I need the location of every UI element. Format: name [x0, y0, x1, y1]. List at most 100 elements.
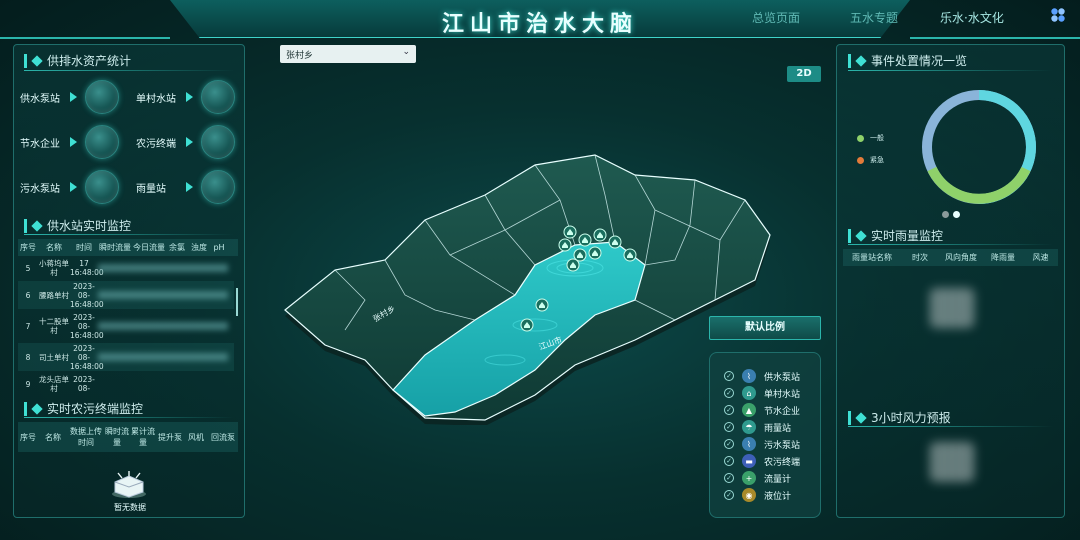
apps-icon[interactable]: [1050, 7, 1066, 23]
asset-water-pump[interactable]: 供水泵站: [20, 80, 119, 114]
diamond-icon: [855, 54, 867, 67]
check-icon[interactable]: ✓: [724, 371, 734, 381]
col-fan: 风机: [188, 432, 204, 442]
blurred-values: [98, 291, 228, 299]
nav-overview[interactable]: 总览页面: [752, 9, 800, 26]
check-icon[interactable]: ✓: [724, 439, 734, 449]
header-right-line: [910, 37, 1080, 39]
asset-village-station[interactable]: 单村水站: [136, 80, 235, 114]
legend-item-level-meter[interactable]: ✓ ◉ 液位计: [724, 488, 791, 502]
table-row[interactable]: 5 小蒋坞单村 17 16:48:00: [18, 258, 234, 278]
check-icon[interactable]: ✓: [724, 490, 734, 500]
chevron-down-icon: ⌄: [402, 47, 410, 57]
check-icon[interactable]: ✓: [724, 405, 734, 415]
section-divider: [24, 234, 234, 235]
check-icon[interactable]: ✓: [724, 388, 734, 398]
asset-water-saving[interactable]: 节水企业: [20, 125, 119, 159]
legend-label: 污水泵站: [764, 440, 801, 451]
title-bar: [848, 228, 851, 243]
legend-label: 节水企业: [764, 406, 801, 417]
col-instant-flow: 瞬时流量: [105, 427, 129, 447]
legend-item-water-pump[interactable]: ✓ ⌇ 供水泵站: [724, 369, 800, 383]
wind-blurred-placeholder: [930, 442, 974, 482]
diamond-icon: [31, 402, 43, 415]
cell-name: 小蒋坞单村: [39, 259, 69, 277]
table-scrollbar[interactable]: [236, 288, 238, 316]
col-lift-pump: 提升泵: [158, 432, 182, 442]
carousel-dot-active[interactable]: [953, 211, 960, 218]
title-bar: [24, 53, 27, 68]
col-total-flow: 累计流量: [131, 427, 155, 447]
supply-section-title-text: 供水站实时监控: [47, 219, 132, 233]
legend-label: 一般: [870, 134, 884, 142]
header: 江山市治水大脑 总览页面 五水专题 乐水·水文化: [0, 0, 1080, 42]
events-legend-urgent: 紧急: [857, 155, 884, 165]
carousel-dots[interactable]: [942, 211, 960, 218]
factory-icon: ▲: [742, 403, 756, 417]
col-upload-time: 数据上传时间: [70, 427, 102, 447]
legend-label: 供水泵站: [764, 372, 801, 383]
asset-sewage-pump[interactable]: 污水泵站: [20, 170, 119, 204]
default-scale-button[interactable]: 默认比例: [709, 316, 821, 340]
section-divider: [24, 70, 234, 71]
col-instant-flow: 瞬时流量: [99, 243, 131, 252]
section-divider: [848, 70, 1053, 71]
title-bar: [848, 53, 851, 68]
nav-five-water[interactable]: 五水专题: [850, 9, 898, 26]
asset-label: 污水泵站: [20, 183, 60, 195]
no-data-text: 暂无数据: [114, 503, 146, 512]
town-select-value: 张村乡: [286, 50, 314, 61]
blurred-values: [98, 322, 228, 330]
legend-item-water-saving[interactable]: ✓ ▲ 节水企业: [724, 403, 800, 417]
town-select[interactable]: 张村乡 ⌄: [280, 45, 416, 63]
legend-item-rural-sewage[interactable]: ✓ ▬ 农污终端: [724, 454, 800, 468]
rain-icon: ☂: [742, 420, 756, 434]
supply-section-title: 供水站实时监控: [24, 217, 131, 234]
asset-rural-sewage[interactable]: 农污终端: [136, 125, 235, 159]
house-icon: ⌂: [742, 386, 756, 400]
check-icon[interactable]: ✓: [724, 456, 734, 466]
cell-no: 8: [25, 352, 31, 362]
col-wind-speed: 风速: [1032, 253, 1049, 262]
cell-no: 6: [25, 290, 31, 300]
wind-section-title: 3小时风力预报: [848, 409, 951, 426]
page-title: 江山市治水大脑: [441, 11, 638, 37]
flowmeter-icon: +: [742, 471, 756, 485]
mode-2d-button[interactable]: 2D: [787, 66, 821, 82]
check-icon[interactable]: ✓: [724, 422, 734, 432]
sewage-table-header: 序号 名称 数据上传时间 瞬时流量 累计流量 提升泵 风机 回流泵: [18, 422, 238, 452]
asset-label: 农污终端: [136, 138, 176, 150]
arrow-right-icon: [70, 182, 77, 192]
arrow-right-icon: [186, 182, 193, 192]
asset-orb: [201, 80, 235, 114]
table-row[interactable]: 7 十二股单村 2023-08- 16:48:00: [18, 312, 234, 340]
legend-label: 流量计: [764, 474, 792, 485]
legend-item-village-station[interactable]: ✓ ⌂ 单村水站: [724, 386, 800, 400]
legend-dot: [857, 156, 864, 164]
cell-no: 7: [25, 321, 31, 331]
legend-item-sewage-pump[interactable]: ✓ ⌇ 污水泵站: [724, 437, 800, 451]
map-3d[interactable]: 张村乡 江山市: [275, 150, 775, 425]
table-row[interactable]: 8 司土单村 2023-08- 16:48:00: [18, 343, 234, 371]
table-row[interactable]: 6 腰路单村 2023-08- 16:48:00: [18, 281, 234, 309]
arrow-right-icon: [186, 92, 193, 102]
rain-section-title-text: 实时雨量监控: [871, 229, 944, 243]
legend-label: 雨量站: [764, 423, 792, 434]
cell-name: 司土单村: [39, 352, 69, 362]
legend-item-rain-station[interactable]: ✓ ☂ 雨量站: [724, 420, 791, 434]
nav-water-culture[interactable]: 乐水·水文化: [940, 9, 1004, 26]
asset-label: 雨量站: [136, 183, 166, 195]
col-no: 序号: [20, 432, 36, 442]
table-row[interactable]: 9 龙头店单村 2023-08-: [18, 374, 234, 394]
legend-label: 液位计: [764, 491, 792, 502]
asset-rain-station[interactable]: 雨量站: [136, 170, 235, 204]
rain-section-title: 实时雨量监控: [848, 227, 943, 244]
asset-orb: [85, 80, 119, 114]
check-icon[interactable]: ✓: [724, 473, 734, 483]
pump-icon: ⌇: [742, 369, 756, 383]
cell-time: 2023-08- 16:48:00: [70, 312, 104, 340]
events-donut-chart[interactable]: [918, 86, 1040, 208]
legend-item-flowmeter[interactable]: ✓ + 流量计: [724, 471, 791, 485]
carousel-dot[interactable]: [942, 211, 949, 218]
asset-label: 单村水站: [136, 93, 176, 105]
